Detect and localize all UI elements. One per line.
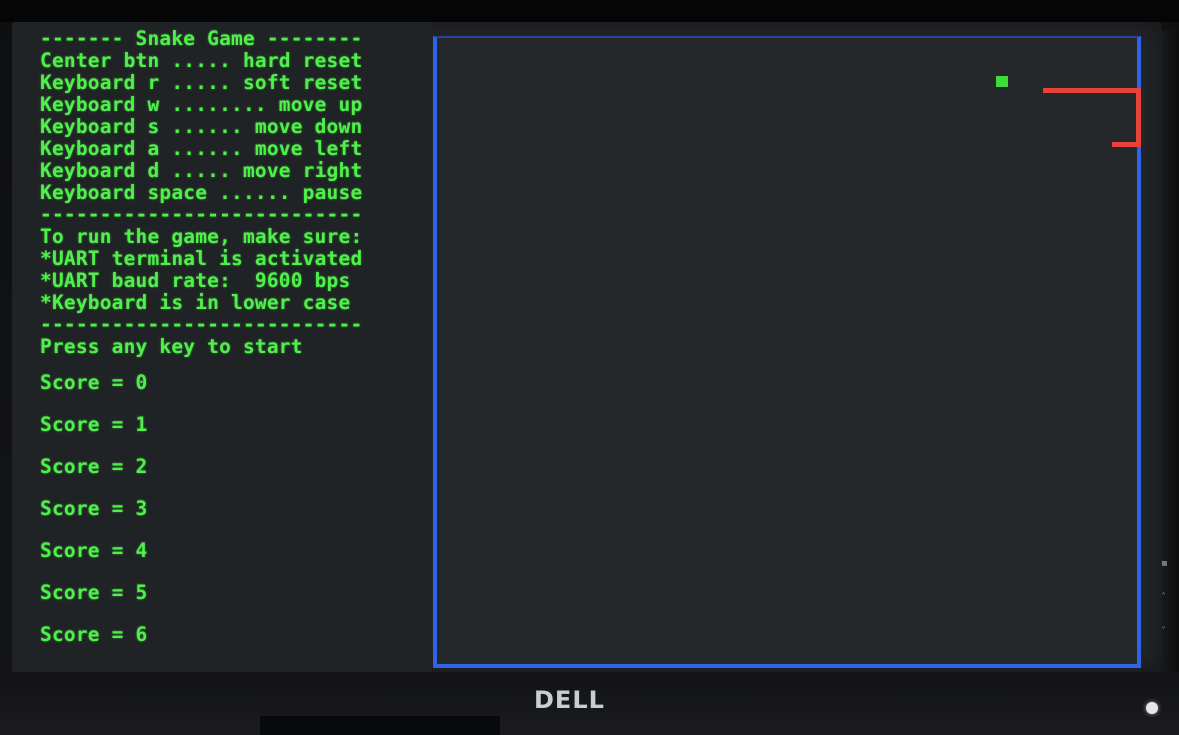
- terminal-help-line: Keyboard r ..... soft reset: [40, 71, 363, 94]
- terminal-help-line: Center btn ..... hard reset: [40, 49, 363, 72]
- terminal-divider: ---------------------------: [40, 203, 363, 226]
- snake-game-board[interactable]: [433, 36, 1141, 668]
- score-line: Score = 6: [40, 623, 148, 646]
- terminal-info-line: To run the game, make sure:: [40, 225, 363, 248]
- terminal-start-prompt: Press any key to start: [40, 335, 303, 358]
- terminal-help-line: Keyboard w ........ move up: [40, 93, 363, 116]
- monitor-screen: ------- Snake Game -------- Center btn .…: [12, 22, 1162, 672]
- score-line: Score = 5: [40, 581, 148, 604]
- score-line: Score = 0: [40, 371, 148, 394]
- terminal-info-line: *UART terminal is activated: [40, 247, 363, 270]
- chevron-up-icon[interactable]: ˄: [1161, 593, 1169, 603]
- terminal-info-line: *Keyboard is in lower case: [40, 291, 351, 314]
- score-line: Score = 3: [40, 497, 148, 520]
- monitor-menu-button[interactable]: ▪: [1161, 559, 1169, 569]
- food-pellet: [996, 76, 1008, 87]
- snake-body-segment: [1136, 88, 1141, 146]
- dell-logo: DELL: [534, 686, 605, 714]
- score-line: Score = 4: [40, 539, 148, 562]
- monitor: ------- Snake Game -------- Center btn .…: [0, 0, 1179, 735]
- snake-body-segment: [1043, 88, 1141, 93]
- terminal-help-line: Keyboard a ...... move left: [40, 137, 363, 160]
- terminal-help-line: Keyboard space ...... pause: [40, 181, 363, 204]
- terminal-help-line: Keyboard s ...... move down: [40, 115, 363, 138]
- terminal-divider: ---------------------------: [40, 313, 363, 336]
- terminal-help-line: Keyboard d ..... move right: [40, 159, 363, 182]
- terminal-title-line: ------- Snake Game --------: [40, 27, 363, 50]
- monitor-side-edge: [1162, 30, 1179, 720]
- terminal-info-line: *UART baud rate: 9600 bps: [40, 269, 351, 292]
- snake-body-segment: [1112, 142, 1141, 147]
- monitor-stand: [260, 716, 500, 735]
- score-line: Score = 2: [40, 455, 148, 478]
- uart-terminal: ------- Snake Game -------- Center btn .…: [12, 22, 432, 672]
- power-icon[interactable]: [1146, 702, 1158, 714]
- chevron-down-icon[interactable]: ˅: [1161, 627, 1169, 637]
- score-line: Score = 1: [40, 413, 148, 436]
- monitor-bezel-top: [0, 0, 1179, 22]
